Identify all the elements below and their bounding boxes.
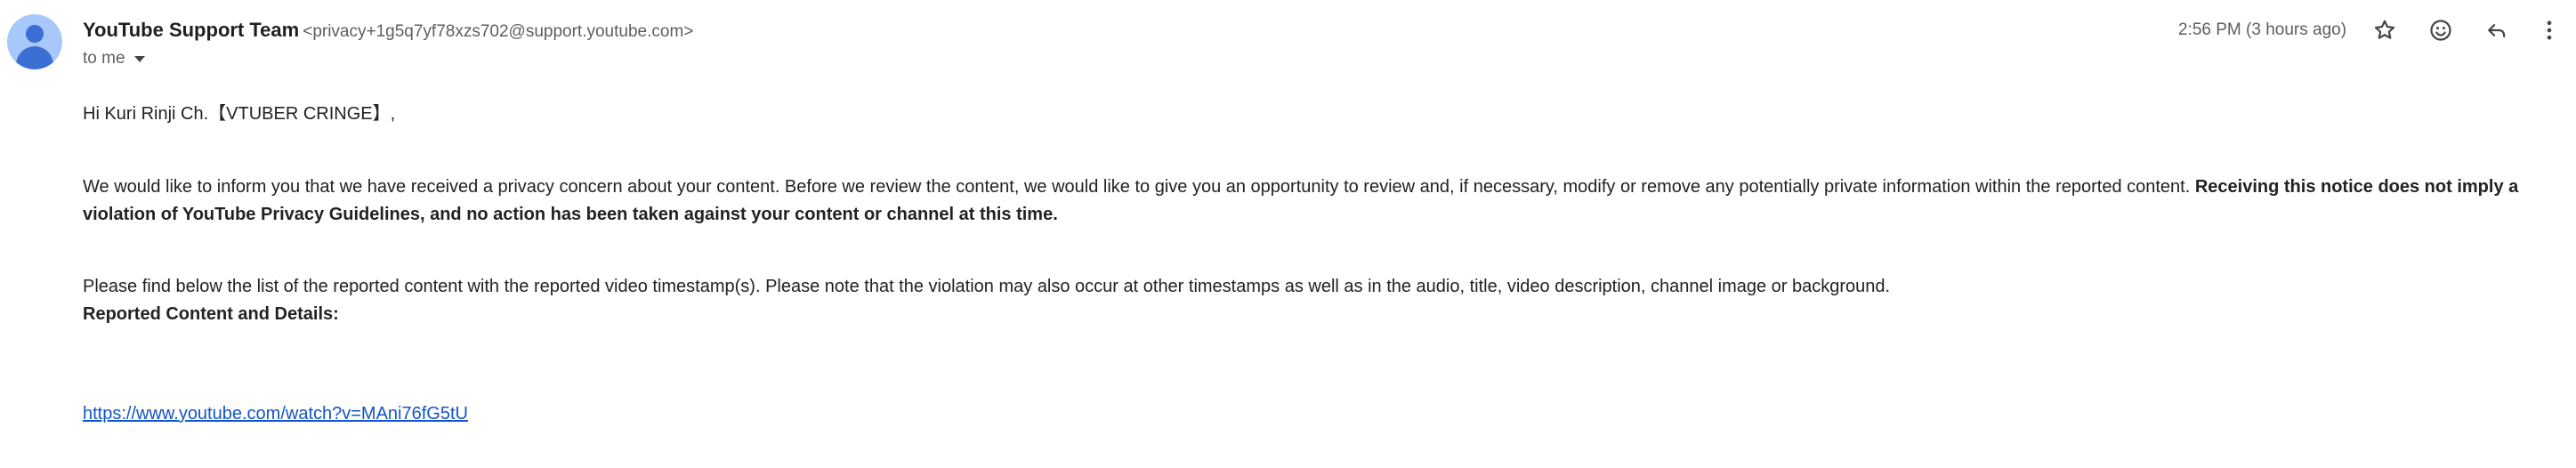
reply-icon bbox=[2488, 24, 2506, 38]
reply-button[interactable] bbox=[2479, 12, 2515, 48]
message-timestamp: 2:56 PM (3 hours ago) bbox=[2178, 20, 2347, 39]
privacy-notice-text: We would like to inform you that we have… bbox=[83, 177, 2195, 197]
sender-avatar[interactable] bbox=[7, 14, 62, 69]
sender-email[interactable]: <privacy+1g5q7yf78xzs702@support.youtube… bbox=[303, 22, 693, 41]
chevron-down-icon[interactable] bbox=[133, 55, 145, 62]
greeting: Hi Kuri Rinji Ch.【VTUBER CRINGE】, bbox=[83, 104, 396, 124]
reported-content-heading: Reported Content and Details: bbox=[83, 304, 339, 324]
privacy-notice-paragraph: We would like to inform you that we have… bbox=[83, 173, 2565, 229]
reported-video-link[interactable]: https://www.youtube.com/watch?v=MAni76fG… bbox=[83, 400, 468, 428]
sender-name[interactable]: YouTube Support Team bbox=[83, 19, 299, 41]
emoji-icon bbox=[2430, 20, 2451, 41]
more-options-button[interactable] bbox=[2532, 12, 2567, 48]
recipient-details-toggle[interactable]: to me bbox=[83, 47, 145, 70]
star-icon bbox=[2374, 20, 2395, 39]
sender-info: YouTube Support Team <privacy+1g5q7yf78xz… bbox=[83, 18, 693, 45]
recipient-label: to me bbox=[83, 49, 125, 68]
more-vertical-icon bbox=[2547, 20, 2552, 40]
reported-content-paragraph: Please find below the list of the report… bbox=[83, 277, 1891, 296]
add-reaction-button[interactable] bbox=[2423, 12, 2459, 48]
star-button[interactable] bbox=[2367, 12, 2402, 48]
